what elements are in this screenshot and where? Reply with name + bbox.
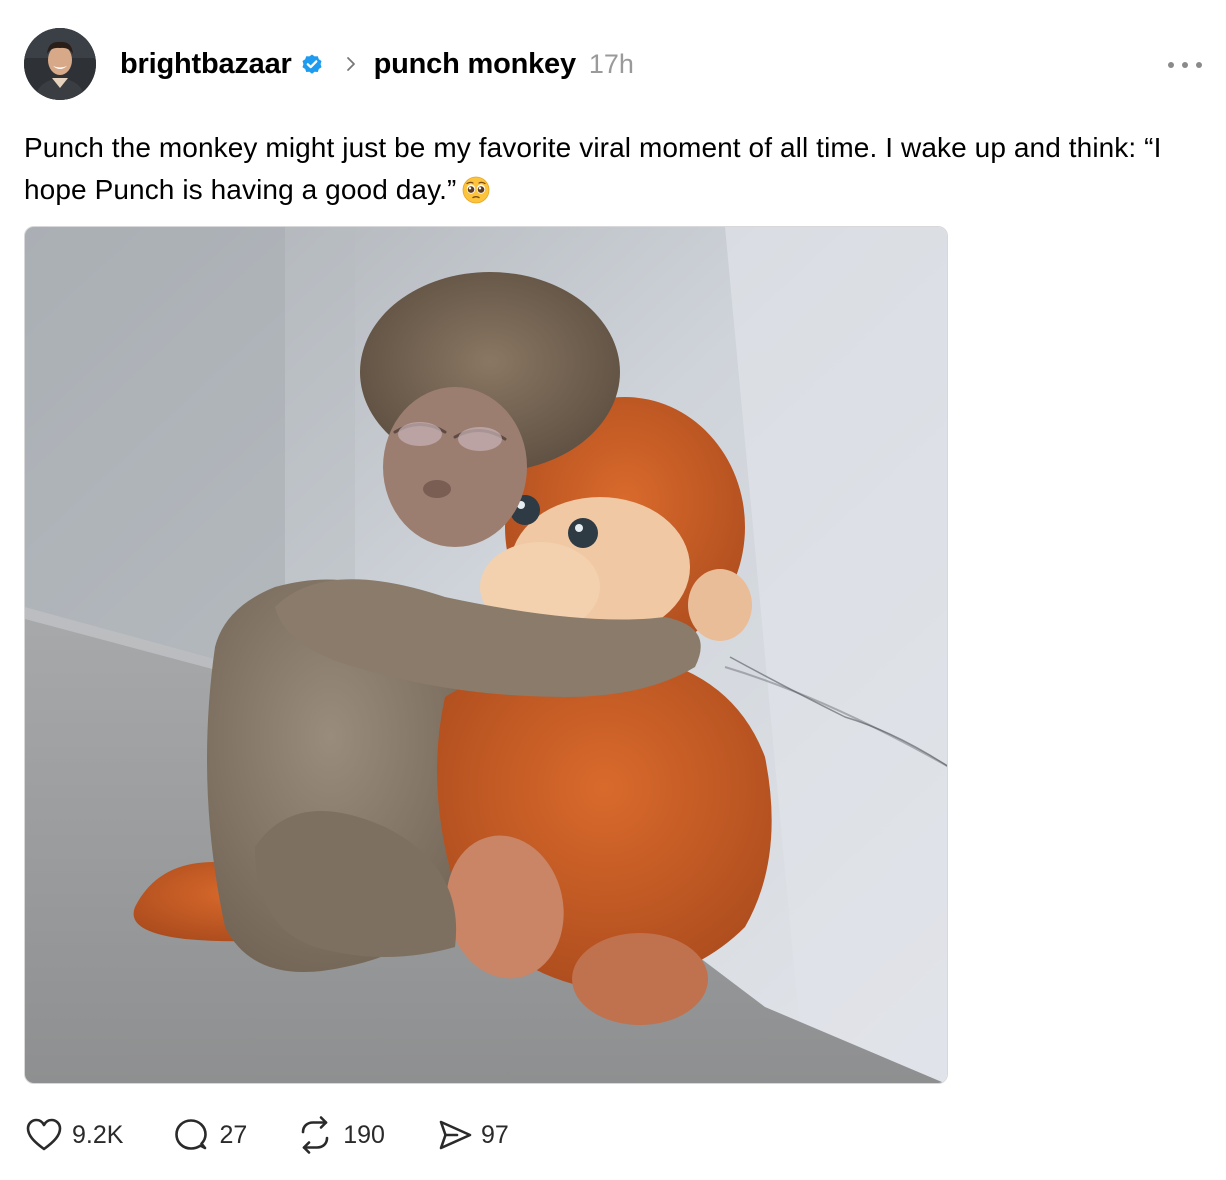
chevron-right-icon [346,57,355,71]
avatar-photo-icon [24,28,96,100]
post-body: Punch the monkey might just be my favori… [24,127,1194,211]
monkey-hugging-plush-photo-icon [25,227,947,1083]
reply-button[interactable]: 27 [171,1115,247,1155]
like-count: 9.2K [72,1120,124,1149]
reply-count: 27 [219,1120,248,1149]
comment-bubble-icon [175,1119,208,1150]
like-button[interactable]: 9.2K [24,1115,123,1155]
topic-link[interactable]: punch monkey [374,48,576,81]
author-avatar[interactable] [24,28,96,100]
heart-icon [26,1118,62,1151]
repost-button[interactable]: 190 [295,1115,385,1155]
dot-icon [1182,62,1188,68]
share-count: 97 [480,1120,509,1149]
pleading-face-emoji-icon [463,176,490,204]
more-options-button[interactable] [1168,58,1202,72]
repost-icon [301,1116,329,1154]
share-button[interactable]: 97 [437,1115,509,1155]
repost-count: 190 [343,1120,385,1149]
post-actions: 9.2K 27 190 97 [24,1112,509,1158]
dot-icon [1168,62,1174,68]
author-username[interactable]: brightbazaar [120,48,292,81]
post-image[interactable] [24,226,948,1084]
verified-badge-icon [302,54,322,74]
post-timestamp: 17h [588,48,634,79]
post-text: Punch the monkey might just be my favori… [24,132,1162,205]
dot-icon [1196,62,1202,68]
post-header: brightbazaar punch monkey 17h [120,44,634,84]
send-icon [439,1120,472,1150]
